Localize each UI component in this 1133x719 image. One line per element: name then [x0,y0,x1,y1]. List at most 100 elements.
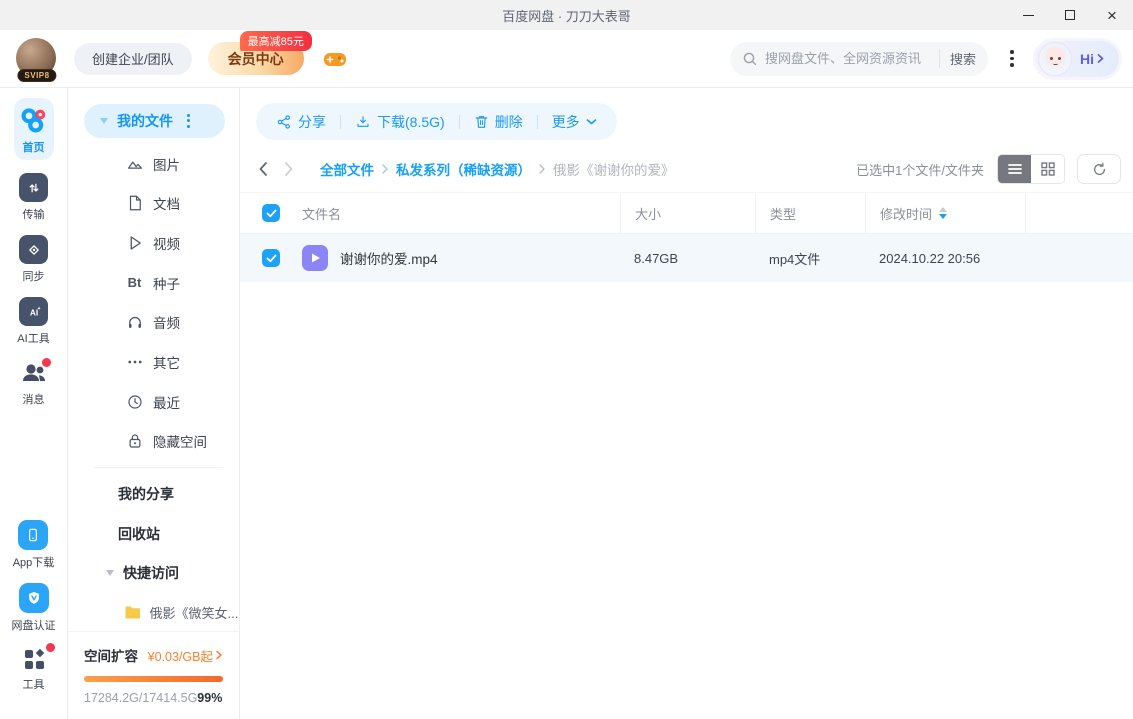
download-button[interactable]: 下载(8.5G) [355,112,445,132]
storage-price-label: ¥0.03/GB起 [147,649,213,664]
divider [458,114,460,129]
category-label: 音频 [153,316,180,332]
breadcrumb-item[interactable]: 全部文件 [320,159,374,179]
column-header-modified[interactable]: 修改时间 [865,193,1025,233]
sidebar-item-hidden-space[interactable]: 隐藏空间 [68,422,239,462]
sidebar-item-quick-access[interactable]: 快捷访问 [68,554,239,594]
game-center-icon[interactable] [322,46,348,72]
breadcrumb-separator-icon [381,163,389,175]
forward-button[interactable] [284,161,294,177]
view-toggle [997,154,1065,184]
sidebar: 我的文件 图片 文档 视频 Bt 种子 音频 其它 最近 隐藏空间 我的分享 回… [68,88,240,719]
assistant-avatar [1038,41,1072,76]
messages-icon [19,358,51,387]
assistant-label: Hi [1080,50,1094,67]
close-icon: × [1107,5,1117,25]
breadcrumb-row: 全部文件 私发系列（稀缺资源） 俄影《谢谢你的爱》 已选中1个文件/文件夹 [240,154,1133,184]
svg-text:AI: AI [29,307,37,317]
divider [536,114,538,129]
rail-item-home[interactable]: 首页 [13,98,54,160]
file-name-cell[interactable]: 谢谢你的爱.mp4 [302,245,620,271]
file-modified: 2024.10.22 20:56 [879,250,981,266]
sidebar-item-images[interactable]: 图片 [68,144,239,184]
vip-center-wrap: 会员中心 最高减85元 [207,31,312,75]
close-button[interactable]: × [1091,0,1133,30]
list-view-button[interactable] [998,155,1031,183]
trash-icon [475,115,488,128]
search-button[interactable]: 搜索 [938,49,976,68]
vip-discount-badge: 最高减85元 [239,31,312,51]
assistant-button[interactable]: Hi [1036,40,1119,77]
my-files-menu-icon[interactable] [187,113,190,128]
rail-item-app-download[interactable]: App下载 [13,520,54,570]
storage-expand-label: 空间扩容 [84,649,138,664]
rail-item-verify[interactable]: 网盘认证 [12,583,56,633]
sidebar-item-torrents[interactable]: Bt 种子 [68,263,239,303]
sidebar-item-audio[interactable]: 音频 [68,302,239,342]
maximize-button[interactable] [1049,0,1091,30]
rail-item-sync[interactable]: 同步 [19,235,48,284]
more-button[interactable]: 更多 [552,112,597,132]
search-icon [743,52,757,65]
divider [94,467,223,469]
document-icon [125,194,144,212]
delete-button[interactable]: 删除 [474,112,523,132]
verify-shield-icon [18,583,49,613]
back-button[interactable] [258,161,268,177]
sidebar-item-recycle-bin[interactable]: 回收站 [68,514,239,554]
sidebar-item-my-shares[interactable]: 我的分享 [68,474,239,514]
table-row[interactable]: 谢谢你的爱.mp4 8.47GB mp4文件 2024.10.22 20:56 [240,234,1133,282]
column-header-size[interactable]: 大小 [620,193,755,233]
row-checkbox[interactable] [262,249,280,267]
create-team-button[interactable]: 创建企业/团队 [74,42,192,75]
ai-tools-icon: AI [19,297,48,326]
divider [340,114,341,129]
quick-folder-label: 俄影《微笑女... [149,605,239,621]
quick-access-label: 快捷访问 [123,565,179,582]
column-header-empty [1025,193,1133,233]
sidebar-item-other[interactable]: 其它 [68,342,239,382]
sidebar-item-documents[interactable]: 文档 [68,183,239,223]
column-header-type[interactable]: 类型 [755,193,865,233]
sidebar-item-recent[interactable]: 最近 [68,382,239,422]
video-file-icon [302,245,328,271]
more-menu-icon[interactable] [1002,42,1022,76]
refresh-icon [1093,162,1105,175]
modified-label: 修改时间 [880,206,933,222]
sort-toggle-icon[interactable] [939,207,948,219]
share-button[interactable]: 分享 [276,112,326,132]
category-label: 最近 [153,395,180,411]
rail-item-ai-tools[interactable]: AI AI工具 [17,297,50,346]
table-header: 文件名 大小 类型 修改时间 [240,192,1133,234]
rail-item-transfer[interactable]: 传输 [19,173,48,222]
storage-percent: 99% [197,691,223,705]
select-all-checkbox[interactable] [262,204,280,222]
column-header-name[interactable]: 文件名 [302,193,620,233]
search-input[interactable] [765,51,933,66]
sync-icon [19,235,48,264]
storage-price-link[interactable]: ¥0.03/GB起 [148,646,223,665]
rail-item-messages[interactable]: 消息 [19,358,51,407]
minimize-button[interactable] [1007,0,1049,30]
file-size: 8.47GB [634,250,679,266]
rail-item-tools[interactable]: 工具 [21,643,55,692]
sidebar-item-my-files[interactable]: 我的文件 [84,104,225,138]
user-avatar[interactable]: SVIP8 [16,37,58,82]
storage-usage-value: 17284.2G/17414.5G [84,691,198,705]
rail-item-label: 网盘认证 [11,620,56,632]
more-label: 更多 [551,113,580,130]
refresh-button[interactable] [1077,154,1121,184]
sidebar-item-videos[interactable]: 视频 [68,223,239,263]
sidebar-item-quick-folder[interactable]: 俄影《微笑女... [68,593,239,631]
grid-view-button[interactable] [1031,155,1064,183]
category-label: 视频 [153,236,180,252]
rail-item-label: 消息 [22,394,45,406]
audio-icon [125,313,144,331]
video-icon [125,234,144,252]
storage-section: 空间扩容 ¥0.03/GB起 17284.2G/17414.5G99% [68,631,239,719]
list-controls: 已选中1个文件/文件夹 [856,154,1121,184]
rail-item-label: 传输 [22,209,45,221]
more-dots-icon [125,353,144,371]
my-files-label: 我的文件 [117,112,173,129]
breadcrumb-item[interactable]: 私发系列（稀缺资源） [396,159,531,179]
